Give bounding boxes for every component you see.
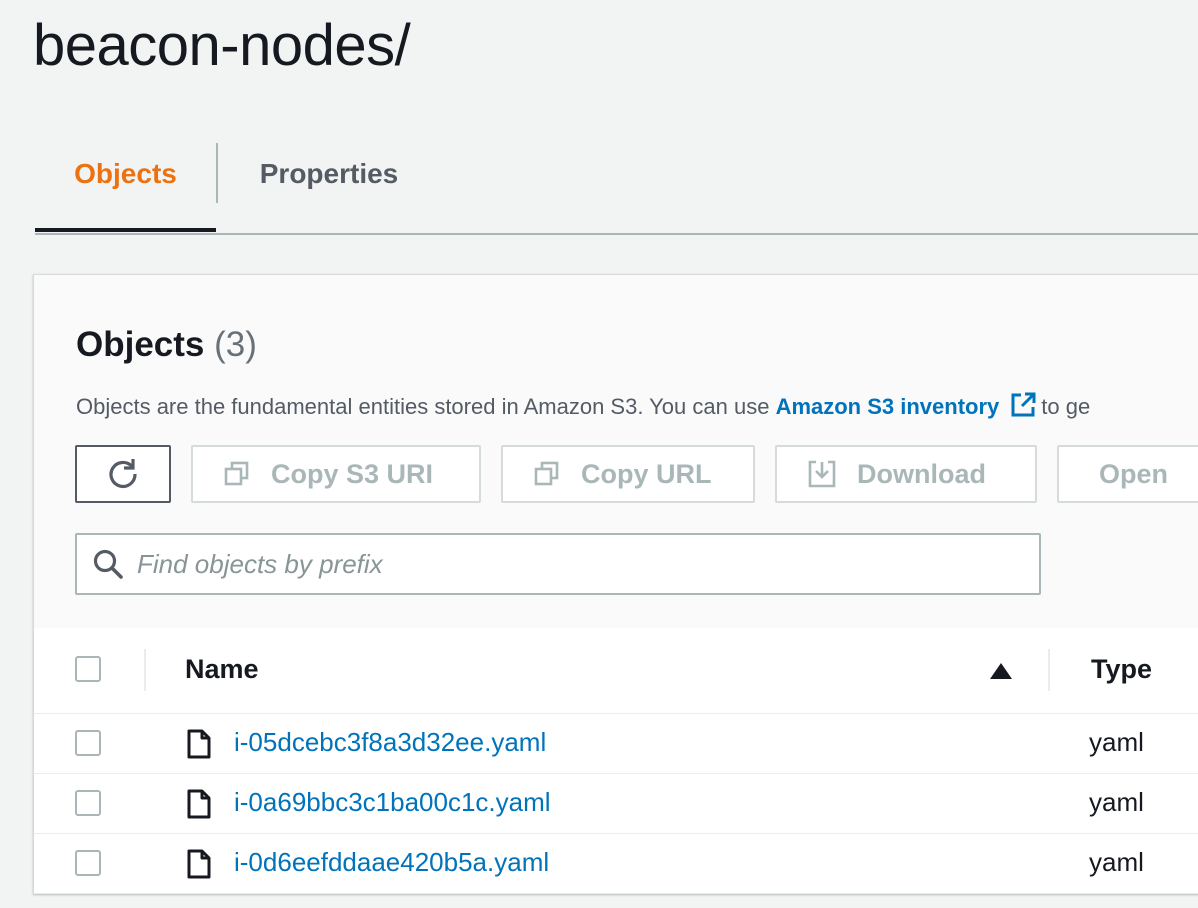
panel-heading-label: Objects [76, 325, 205, 364]
file-icon [187, 729, 211, 759]
column-header-name[interactable]: Name [185, 654, 259, 685]
table-row: i-0a69bbc3c1ba00c1c.yaml yaml [34, 774, 1198, 834]
copy-url-button[interactable]: Copy URL [501, 445, 755, 503]
refresh-icon [109, 459, 137, 489]
column-separator [144, 649, 146, 691]
objects-panel: Objects (3) Objects are the fundamental … [33, 274, 1198, 894]
tab-bar: Objects Properties [35, 140, 1198, 235]
description-text: Objects are the fundamental entities sto… [76, 394, 776, 419]
download-button[interactable]: Download [775, 445, 1037, 503]
open-button[interactable]: Open [1057, 445, 1198, 503]
page-title: beacon-nodes/ [33, 13, 411, 78]
row-checkbox[interactable] [75, 850, 101, 876]
copy-s3-uri-label: Copy S3 URI [271, 458, 434, 489]
search-field [75, 533, 1041, 595]
copy-icon [224, 461, 249, 486]
tab-objects[interactable]: Objects [35, 140, 216, 232]
object-name-link[interactable]: i-05dcebc3f8a3d32ee.yaml [234, 727, 546, 758]
table-header: Name Type [34, 628, 1198, 714]
tab-divider [216, 143, 218, 203]
column-separator [1048, 649, 1050, 691]
file-icon [187, 789, 211, 819]
panel-description: Objects are the fundamental entities sto… [76, 391, 1090, 425]
file-icon [187, 849, 211, 879]
search-input[interactable] [135, 547, 1019, 581]
panel-heading: Objects (3) [76, 325, 257, 365]
object-name-link[interactable]: i-0a69bbc3c1ba00c1c.yaml [234, 787, 551, 818]
table-row: i-0d6eefddaae420b5a.yaml yaml [34, 834, 1198, 894]
copy-s3-uri-button[interactable]: Copy S3 URI [191, 445, 481, 503]
object-name-link[interactable]: i-0d6eefddaae420b5a.yaml [234, 847, 549, 878]
search-icon [93, 549, 123, 579]
tab-properties[interactable]: Properties [219, 140, 439, 208]
object-type: yaml [1089, 787, 1144, 817]
objects-table: Name Type i-05dcebc3f8a3d32ee.yaml yaml … [34, 628, 1198, 894]
select-all-checkbox[interactable] [75, 656, 101, 682]
table-row: i-05dcebc3f8a3d32ee.yaml yaml [34, 714, 1198, 774]
inventory-link[interactable]: Amazon S3 inventory [776, 394, 1000, 419]
column-header-type[interactable]: Type [1091, 654, 1152, 685]
refresh-button[interactable] [75, 445, 171, 503]
external-link-icon[interactable] [1009, 391, 1037, 425]
download-icon [808, 460, 836, 488]
open-label: Open [1099, 458, 1169, 489]
row-checkbox[interactable] [75, 730, 101, 756]
s3-folder-page: beacon-nodes/ Objects Properties Objects… [0, 0, 1198, 908]
copy-icon [534, 461, 559, 486]
object-count: (3) [214, 325, 257, 364]
description-suffix: to ge [1041, 394, 1091, 419]
row-checkbox[interactable] [75, 790, 101, 816]
copy-url-label: Copy URL [581, 458, 712, 489]
sort-ascending-icon[interactable] [989, 662, 1013, 680]
object-type: yaml [1089, 727, 1144, 757]
download-label: Download [857, 458, 986, 489]
object-type: yaml [1089, 847, 1144, 877]
